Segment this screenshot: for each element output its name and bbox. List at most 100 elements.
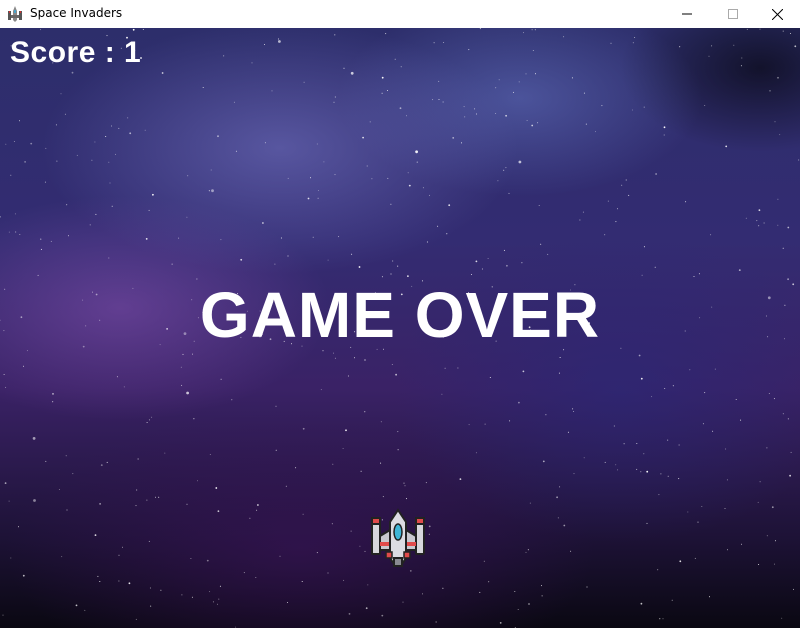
star	[262, 222, 264, 224]
star	[397, 265, 399, 267]
star	[571, 77, 573, 79]
star	[535, 73, 536, 75]
minimize-button[interactable]	[664, 0, 710, 28]
star	[471, 274, 472, 275]
star	[182, 353, 184, 355]
star	[327, 572, 329, 574]
star	[532, 50, 534, 51]
star	[151, 416, 153, 418]
star	[678, 444, 680, 446]
star	[348, 613, 351, 615]
star	[105, 136, 107, 137]
star	[724, 508, 726, 509]
star	[794, 45, 797, 48]
star	[604, 461, 606, 463]
star	[774, 121, 776, 123]
maximize-button[interactable]	[710, 0, 756, 28]
star	[679, 560, 682, 563]
star	[271, 90, 273, 92]
star	[264, 142, 266, 144]
star	[774, 563, 775, 565]
title-bar[interactable]: Space Invaders	[0, 0, 800, 28]
star	[708, 55, 710, 57]
star	[489, 377, 491, 378]
star	[558, 372, 560, 374]
star	[444, 367, 446, 369]
star	[725, 145, 728, 148]
star	[150, 605, 152, 607]
star	[257, 504, 259, 506]
star	[317, 190, 319, 191]
star	[506, 264, 508, 267]
star	[735, 399, 737, 400]
star	[782, 247, 784, 249]
star	[333, 352, 334, 354]
star	[651, 396, 653, 398]
star	[279, 555, 281, 557]
star	[192, 353, 193, 355]
star	[301, 581, 303, 582]
star	[111, 125, 112, 127]
star	[44, 181, 46, 183]
star	[402, 601, 404, 603]
star	[13, 141, 15, 142]
star	[540, 243, 542, 245]
star	[127, 117, 129, 119]
star	[766, 447, 768, 449]
star	[10, 174, 12, 176]
star	[488, 581, 490, 583]
star	[563, 524, 566, 527]
game-canvas[interactable]: Score : 1 GAME OVER	[0, 28, 800, 628]
star	[317, 197, 319, 199]
star	[33, 499, 36, 502]
star	[483, 560, 485, 562]
star	[585, 123, 587, 125]
star	[495, 87, 497, 89]
star	[623, 443, 625, 445]
star	[583, 457, 585, 459]
star	[636, 468, 638, 470]
star	[541, 595, 543, 597]
star	[68, 235, 69, 237]
star	[547, 253, 549, 255]
star	[586, 586, 588, 588]
star	[777, 198, 779, 200]
star	[727, 549, 728, 551]
star	[638, 354, 641, 357]
star	[243, 572, 245, 574]
close-button[interactable]	[754, 0, 800, 28]
star	[52, 393, 54, 395]
star	[371, 178, 373, 180]
star	[56, 160, 58, 162]
star	[429, 194, 430, 196]
star	[381, 614, 384, 617]
star	[694, 557, 696, 559]
star	[193, 418, 195, 420]
star	[255, 577, 257, 578]
star	[538, 205, 540, 206]
star	[37, 274, 39, 276]
star	[522, 370, 525, 373]
star	[197, 480, 198, 482]
star	[211, 189, 214, 193]
star	[640, 471, 642, 473]
star	[442, 587, 444, 589]
star	[132, 28, 135, 31]
star	[521, 262, 523, 264]
star	[498, 79, 500, 81]
star	[61, 556, 63, 558]
star	[15, 231, 17, 233]
star	[129, 132, 132, 135]
star	[303, 81, 305, 83]
star	[438, 99, 440, 100]
star	[704, 392, 706, 394]
star	[210, 169, 212, 171]
star	[712, 430, 714, 432]
star	[790, 33, 791, 34]
game-over-message: GAME OVER	[199, 279, 601, 351]
star	[527, 549, 529, 551]
star	[787, 226, 790, 229]
star	[416, 161, 418, 163]
star	[390, 203, 392, 205]
star	[397, 449, 399, 451]
